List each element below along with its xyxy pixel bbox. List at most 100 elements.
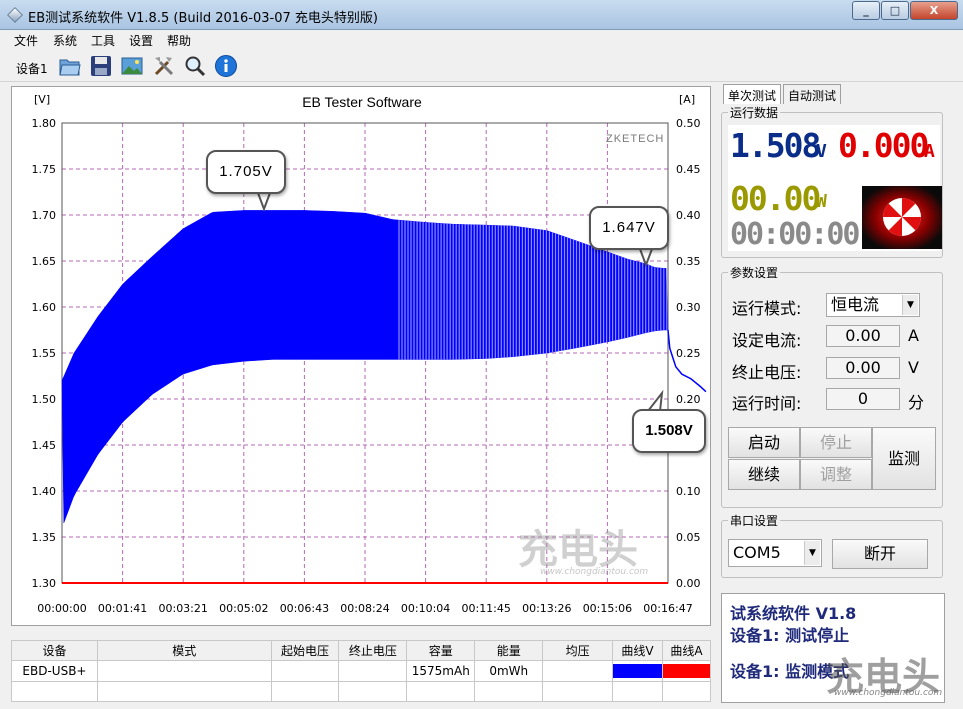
start-button[interactable]: 启动 (728, 427, 800, 458)
y-tick-label: 1.65 (32, 255, 57, 268)
maximize-button[interactable]: □ (881, 1, 909, 20)
col-energy: 能量 (474, 639, 544, 662)
power-readout: 00.00 (730, 179, 821, 218)
voltage-tail-line (667, 329, 707, 393)
monitor-button[interactable]: 监测 (872, 427, 936, 490)
current-set-input[interactable]: 0.00 (826, 325, 900, 347)
status-line: 设备1: 测试停止 (730, 626, 850, 645)
run-time-input[interactable]: 0 (826, 388, 900, 410)
chevron-down-icon[interactable]: ▼ (804, 541, 820, 565)
menu-settings[interactable]: 设置 (129, 32, 153, 49)
y-tick-label: 1.75 (32, 163, 57, 176)
menu-bar: 文件 系统 工具 设置 帮助 (0, 30, 963, 50)
cell-device: EBD-USB+ (11, 660, 98, 682)
y2-tick-label: 0.45 (676, 163, 701, 176)
run-time-label: 运行时间: (732, 394, 802, 413)
brand-label: ZKETECH (606, 133, 665, 145)
y-tick-label: 1.80 (32, 117, 57, 130)
image-icon[interactable] (120, 54, 144, 78)
end-voltage-label: 终止电压: (732, 363, 802, 382)
cell-mode (96, 660, 272, 682)
continue-button[interactable]: 继续 (728, 459, 800, 490)
close-button[interactable]: X (910, 1, 958, 20)
disconnect-button[interactable]: 断开 (832, 539, 928, 569)
y-tick-label: 1.30 (32, 577, 57, 590)
col-capacity: 容量 (406, 639, 476, 662)
status-log: 试系统软件 V1.8 设备1: 测试停止 设备1: 监测模式 充电头 www.c… (721, 593, 945, 703)
port-select[interactable]: COM5 ▼ (728, 539, 822, 567)
stats-table: 设备 模式 起始电压 终止电压 容量 能量 均压 曲线V 曲线A EBD-USB… (11, 639, 711, 703)
y-tick-label: 1.70 (32, 209, 57, 222)
search-icon[interactable] (183, 54, 207, 78)
window-title: EB测试系统软件 V1.8.5 (Build 2016-03-07 充电头特别版… (28, 11, 378, 26)
cell-end-voltage (338, 660, 408, 682)
app-icon (7, 7, 23, 23)
x-tick-label: 00:08:24 (340, 602, 389, 615)
y-tick-label: 1.60 (32, 301, 57, 314)
y2-tick-label: 0.05 (676, 531, 701, 544)
current-set-label: 设定电流: (732, 331, 802, 350)
status-line: 试系统软件 V1.8 (730, 604, 857, 623)
y2-tick-label: 0.40 (676, 209, 701, 222)
col-avg-voltage: 均压 (542, 639, 614, 662)
y2-tick-label: 0.25 (676, 347, 701, 360)
col-device: 设备 (11, 639, 98, 662)
callout-peak-pointer (256, 192, 272, 212)
save-icon[interactable] (89, 54, 113, 78)
end-voltage-unit: V (908, 358, 919, 377)
col-start-voltage: 起始电压 (270, 639, 340, 662)
end-voltage-input[interactable]: 0.00 (826, 357, 900, 379)
params-group: 参数设置 运行模式: 恒电流 ▼ 设定电流: 0.00 A 终止电压: 0.00… (721, 264, 943, 508)
minimize-button[interactable]: _ (852, 1, 880, 20)
toolbar: 设备1 (0, 50, 963, 82)
menu-help[interactable]: 帮助 (167, 32, 191, 49)
tab-single-test[interactable]: 单次测试 (723, 84, 782, 104)
folder-open-icon[interactable] (58, 54, 82, 78)
current-unit: A (924, 141, 935, 162)
title-bar: EB测试系统软件 V1.8.5 (Build 2016-03-07 充电头特别版… (0, 0, 963, 30)
table-row[interactable]: EBD-USB+ 1575mAh 0mWh (11, 660, 711, 682)
menu-system[interactable]: 系统 (53, 32, 77, 49)
cell-curve-a[interactable] (662, 660, 711, 682)
run-time-unit: 分 (908, 393, 925, 412)
col-mode: 模式 (96, 639, 272, 662)
x-tick-label: 00:11:45 (461, 602, 510, 615)
y-tick-label: 1.55 (32, 347, 57, 360)
y2-tick-label: 0.50 (676, 117, 701, 130)
cell-energy: 0mWh (474, 660, 544, 682)
x-tick-label: 00:01:41 (98, 602, 147, 615)
stop-button[interactable]: 停止 (800, 427, 872, 458)
adjust-button[interactable]: 调整 (800, 459, 872, 490)
tab-auto-test[interactable]: 自动测试 (783, 84, 842, 104)
menu-file[interactable]: 文件 (14, 32, 38, 49)
voltage-readout: 1.508 (730, 126, 821, 165)
menu-tools[interactable]: 工具 (91, 32, 115, 49)
callout-final: 1.508V (632, 409, 706, 453)
y2-tick-label: 0.20 (676, 393, 701, 406)
x-tick-label: 00:06:43 (280, 602, 329, 615)
chevron-down-icon[interactable]: ▼ (902, 295, 918, 315)
table-row-empty (11, 680, 711, 703)
x-tick-label: 00:05:02 (219, 602, 268, 615)
x-tick-label: 00:16:47 (643, 602, 692, 615)
mode-select[interactable]: 恒电流 ▼ (826, 293, 920, 317)
serial-label: 串口设置 (728, 512, 781, 529)
callout-end-peak: 1.647V (589, 206, 669, 250)
cell-capacity: 1575mAh (406, 660, 476, 682)
info-icon[interactable] (214, 54, 238, 78)
run-data-group: 运行数据 1.508 V 0.000 A 00.00 W 00:00:00 (721, 104, 943, 258)
y-tick-label: 1.45 (32, 439, 57, 452)
x-tick-label: 00:10:04 (401, 602, 450, 615)
cell-curve-v[interactable] (612, 660, 663, 682)
tools-icon[interactable] (152, 54, 176, 78)
watermark-url: www.chongdiantou.com (540, 567, 649, 577)
y2-tick-label: 0.35 (676, 255, 701, 268)
col-curve-a: 曲线A (662, 639, 711, 662)
callout-peak: 1.705V (206, 150, 286, 194)
y-tick-label: 1.35 (32, 531, 57, 544)
run-data-label: 运行数据 (728, 104, 781, 121)
lcd-display: 1.508 V 0.000 A 00.00 W 00:00:00 (728, 125, 942, 251)
y2-tick-label: 0.00 (676, 577, 701, 590)
device-selector[interactable]: 设备1 (16, 60, 48, 77)
umbrella-logo (862, 186, 942, 249)
